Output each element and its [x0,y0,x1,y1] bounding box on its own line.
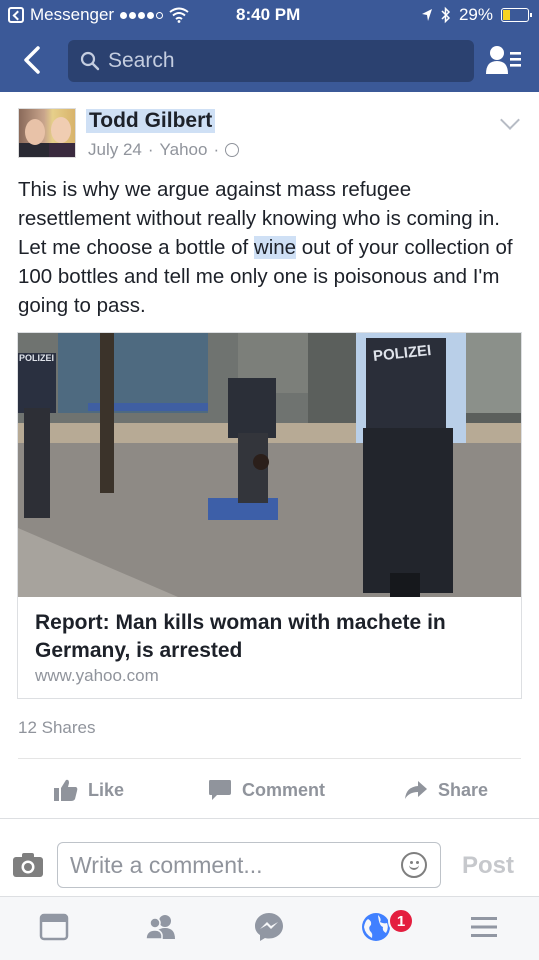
composer-divider [0,818,539,819]
link-preview-card[interactable]: POLIZEI POLIZEI Report: Man kills woman … [17,332,522,699]
location-icon [421,9,432,21]
post-text-highlight: wine [253,236,297,259]
author-avatar[interactable] [18,108,76,158]
link-domain: www.yahoo.com [35,666,159,685]
author-name[interactable]: Todd Gilbert [86,109,216,133]
comment-label: Comment [242,779,326,800]
friend-list-icon[interactable] [486,44,522,76]
comment-icon [209,780,231,800]
status-left[interactable]: Messenger [8,5,189,25]
comment-composer: Write a comment... Post [0,830,539,894]
divider [18,758,521,759]
status-time: 8:40 PM [236,5,301,24]
chevron-down-icon[interactable] [500,110,520,130]
post-text: This is why we argue against mass refuge… [18,175,523,320]
thumbs-up-icon [54,779,78,801]
search-placeholder: Search [108,49,175,72]
share-count[interactable]: 12 Shares [18,718,96,738]
like-label: Like [88,779,125,800]
messenger-icon[interactable] [253,911,285,943]
back-arrow-icon[interactable] [18,44,46,76]
share-label: Share [438,779,489,800]
battery-percent: 29% [458,5,493,24]
share-arrow-icon [405,781,427,799]
post-meta: July 24 · Yahoo · [88,140,240,160]
search-input[interactable]: Search [68,40,474,82]
battery-fill [503,10,510,20]
vest-label-left: POLIZEI [19,353,55,363]
status-bar: Messenger 8:40 PM 29% [0,0,539,30]
post-source[interactable]: Yahoo [160,140,208,160]
like-button[interactable]: Like [54,772,124,808]
comment-button[interactable]: Comment [208,772,325,808]
post-actions: Like Comment Share [0,772,539,808]
comment-input[interactable]: Write a comment... [57,842,441,888]
notifications-globe-icon[interactable] [360,911,392,943]
post-comment-button[interactable]: Post [462,852,514,880]
back-to-app-icon [8,7,24,23]
post-date[interactable]: July 24 [88,140,142,160]
globe-icon [225,143,240,157]
tab-bar [0,896,539,960]
menu-icon[interactable] [468,911,500,943]
link-title: Report: Man kills woman with machete in … [35,611,446,662]
top-bar: Messenger 8:40 PM 29% Search [0,0,539,92]
status-right: 29% [421,5,532,25]
share-button[interactable]: Share [404,772,488,808]
friend-requests-icon[interactable] [145,911,177,943]
notifications-badge: 1 [388,908,414,934]
back-to-app-label: Messenger [30,5,115,24]
meta-separator: · [147,140,154,159]
sticker-icon[interactable] [401,852,427,878]
signal-icon [120,11,164,19]
bluetooth-icon [441,6,451,24]
link-preview-image: POLIZEI POLIZEI [18,333,521,597]
news-feed-icon[interactable] [38,911,70,943]
meta-separator-2: · [213,140,220,159]
battery-icon [501,8,532,22]
comment-placeholder: Write a comment... [70,851,263,878]
camera-icon[interactable] [12,852,44,878]
wifi-icon [169,7,189,23]
search-icon [80,51,100,71]
